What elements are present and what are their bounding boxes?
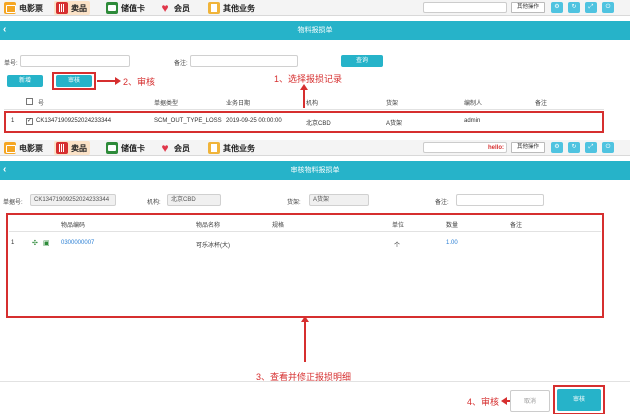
refresh-icon: ↻: [571, 4, 577, 10]
delete-row-icon[interactable]: ▣: [43, 239, 50, 247]
exit-button[interactable]: ⏻: [602, 2, 614, 13]
top-nav-bar-2: 电影票 卖品 储值卡 ♥ 会员 其他业务 hello: 其他操作 ⚙ ↻ ⤢ ⏻: [0, 140, 630, 156]
nav-tab-concessions[interactable]: 卖品: [54, 1, 90, 15]
exit-icon: ⏻: [605, 4, 611, 10]
film-icon: [4, 2, 16, 14]
card-icon: [106, 2, 118, 14]
cancel-button[interactable]: 取消: [510, 390, 550, 412]
divider: [0, 381, 630, 382]
popcorn-icon: [56, 2, 68, 14]
doc-no-field: CK13471909252024233344: [30, 194, 116, 206]
list-page-title: 物料报损单: [297, 27, 333, 34]
arrow-step4-head: [501, 397, 507, 405]
settings-button[interactable]: ⚙: [551, 2, 563, 13]
back-arrow-icon[interactable]: ‹: [3, 161, 6, 179]
query-button[interactable]: 查询: [341, 55, 383, 67]
audit-page-title-bar: ‹ 审核物料报损单: [0, 161, 630, 180]
remark-label: 备注:: [174, 61, 188, 67]
other-icon: [208, 2, 220, 14]
fullscreen-button[interactable]: ⤢: [585, 2, 597, 13]
exit-icon: ⏻: [605, 144, 611, 150]
refresh-icon: ↻: [571, 144, 577, 150]
org-label: 机构:: [147, 200, 161, 206]
doc-no-label: 单据号:: [3, 200, 23, 206]
nav-tab-movie-ticket[interactable]: 电影票: [2, 141, 43, 155]
divider: [4, 109, 604, 110]
remark-input[interactable]: [190, 55, 298, 67]
shelf-label: 货架:: [287, 200, 301, 206]
settings-button[interactable]: ⚙: [551, 142, 563, 153]
nav-tab-member[interactable]: ♥ 会员: [157, 1, 190, 15]
table-row[interactable]: 1 CK13471909252024233344 SCM_OUT_TYPE_LO…: [4, 116, 604, 128]
audit-remark-label: 备注:: [435, 200, 449, 206]
nav-tab-member[interactable]: ♥ 会员: [157, 141, 190, 155]
heart-icon: ♥: [161, 141, 169, 155]
nav-tab-other-business[interactable]: 其他业务: [206, 1, 255, 15]
gear-icon: ⚙: [554, 144, 560, 150]
annotation-step2: 2、审核: [123, 77, 156, 87]
arrow-step3-line: [304, 318, 306, 362]
other-ops-button[interactable]: 其他操作: [511, 2, 545, 13]
nav-tab-movie-ticket[interactable]: 电影票: [2, 1, 43, 15]
annotation-step4: 4、审核: [467, 397, 500, 407]
exit-button[interactable]: ⏻: [602, 142, 614, 153]
add-row-icon[interactable]: ✣: [32, 239, 38, 247]
film-icon: [4, 142, 16, 154]
fullscreen-icon: ⤢: [588, 4, 594, 10]
highlight-audit-button: [52, 72, 96, 90]
fullscreen-button[interactable]: ⤢: [585, 142, 597, 153]
annotation-step1: 1、选择报损记录: [274, 74, 343, 84]
refresh-button[interactable]: ↻: [568, 2, 580, 13]
top-nav-bar: 电影票 卖品 储值卡 ♥ 会员 其他业务 其他操作 ⚙ ↻ ⤢ ⏻: [0, 0, 630, 16]
list-page-title-bar: ‹ 物料报损单: [0, 21, 630, 40]
nav-tab-concessions[interactable]: 卖品: [54, 141, 90, 155]
fullscreen-icon: ⤢: [588, 144, 594, 150]
nav-tab-other-business[interactable]: 其他业务: [206, 141, 255, 155]
detail-table-header: 物品编码 物品名称 规格 单位 数量 备注: [61, 223, 523, 229]
back-arrow-icon[interactable]: ‹: [3, 21, 6, 39]
nav-tab-stored-value-card[interactable]: 储值卡: [104, 141, 145, 155]
select-all-checkbox[interactable]: [26, 98, 33, 105]
nav-search-input[interactable]: [423, 2, 507, 13]
arrow-step1-head: [300, 84, 308, 90]
arrow-step3-head: [301, 316, 309, 322]
add-button[interactable]: 新增: [7, 75, 43, 87]
table-row[interactable]: 1 ✣ ▣ 0300000007 可乐冰杯(大) 个 1.00: [4, 238, 604, 250]
row-checkbox[interactable]: [26, 117, 33, 125]
heart-icon: ♥: [161, 1, 169, 15]
popcorn-icon: [56, 142, 68, 154]
refresh-button[interactable]: ↻: [568, 142, 580, 153]
nav-search-input[interactable]: hello:: [423, 142, 507, 153]
nav-tab-stored-value-card[interactable]: 储值卡: [104, 1, 145, 15]
order-no-input[interactable]: [20, 55, 130, 67]
gear-icon: ⚙: [554, 4, 560, 10]
highlight-audit-submit: [553, 385, 605, 414]
audit-remark-input[interactable]: [456, 194, 544, 206]
arrow-step2-head: [115, 77, 121, 85]
order-no-label: 单号:: [4, 61, 18, 67]
audit-page-title: 审核物料报损单: [290, 167, 340, 174]
org-field: 北京CBD: [167, 194, 221, 206]
divider: [9, 231, 601, 232]
other-ops-button[interactable]: 其他操作: [511, 142, 545, 153]
shelf-field: A货架: [309, 194, 369, 206]
hello-greeting: hello:: [488, 145, 504, 151]
other-icon: [208, 142, 220, 154]
list-table-header: 号 单据类型 业务日期 机构 货架 编制人 备注: [4, 96, 604, 108]
arrow-step2-line: [97, 80, 117, 82]
card-icon: [106, 142, 118, 154]
